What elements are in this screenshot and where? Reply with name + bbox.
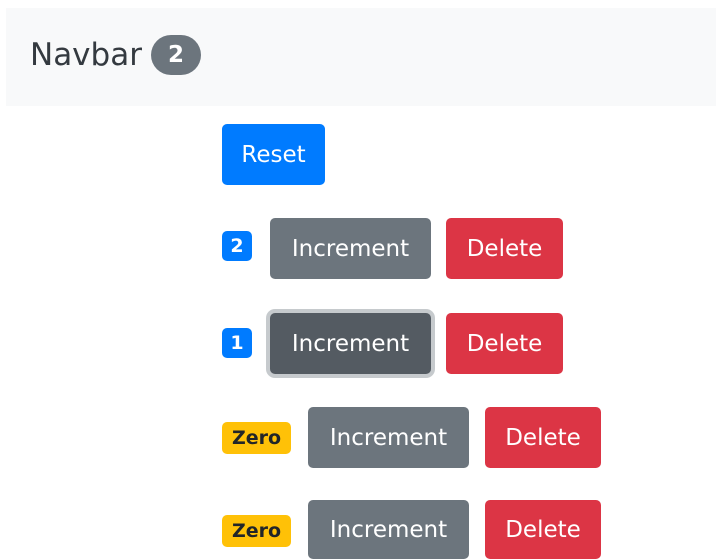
counter-value-badge: 1 — [222, 328, 252, 358]
delete-button[interactable]: Delete — [446, 218, 563, 279]
counter-value-badge: 2 — [222, 231, 252, 261]
delete-button[interactable]: Delete — [485, 500, 601, 559]
increment-button[interactable]: Increment — [270, 218, 431, 279]
total-counters-badge: 2 — [150, 35, 201, 75]
navbar-brand[interactable]: Navbar 2 — [30, 35, 201, 75]
counter-value-badge: Zero — [222, 515, 291, 547]
navbar-brand-label: Navbar — [30, 37, 142, 73]
counter-value-badge: Zero — [222, 422, 291, 454]
delete-button[interactable]: Delete — [485, 407, 601, 468]
delete-button[interactable]: Delete — [446, 313, 563, 374]
reset-button[interactable]: Reset — [222, 124, 325, 185]
increment-button[interactable]: Increment — [308, 407, 469, 468]
navbar: Navbar 2 — [6, 8, 716, 106]
increment-button[interactable]: Increment — [308, 500, 469, 559]
increment-button[interactable]: Increment — [270, 313, 431, 374]
